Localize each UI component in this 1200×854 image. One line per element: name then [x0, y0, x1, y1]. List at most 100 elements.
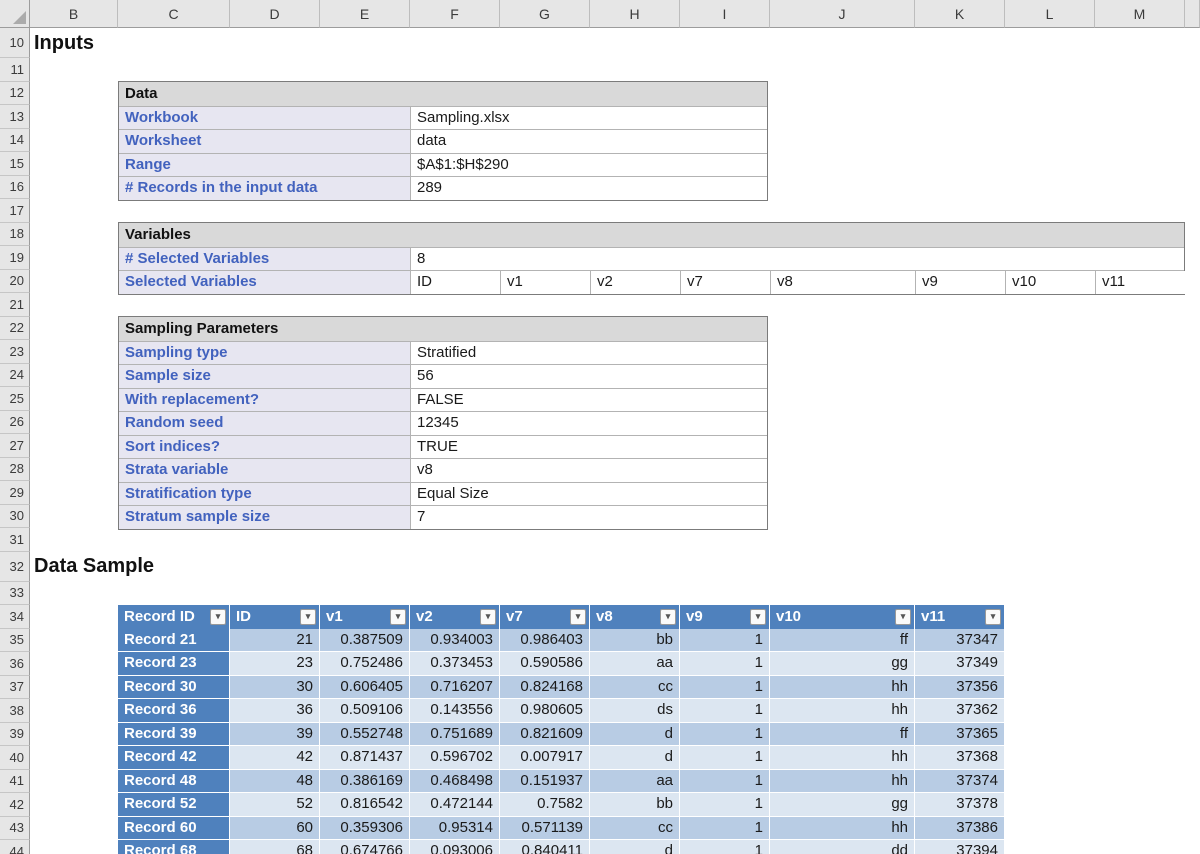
row-header-17[interactable]: 17 — [0, 199, 30, 223]
data-cell[interactable]: 37394 — [915, 840, 1005, 854]
data-cell[interactable]: 0.093006 — [410, 840, 500, 854]
data-cell[interactable]: 37365 — [915, 723, 1005, 747]
row-value[interactable]: 12345 — [411, 412, 767, 435]
row-header-15[interactable]: 15 — [0, 152, 30, 176]
row-header-31[interactable]: 31 — [0, 528, 30, 552]
filter-dropdown-button[interactable]: ▾ — [570, 609, 586, 625]
row-value[interactable]: Equal Size — [411, 483, 767, 506]
filter-dropdown-button[interactable]: ▾ — [895, 609, 911, 625]
row-header-11[interactable]: 11 — [0, 58, 30, 82]
row-header-38[interactable]: 38 — [0, 699, 30, 723]
row-header-42[interactable]: 42 — [0, 793, 30, 817]
row-value[interactable]: 8 — [411, 248, 1184, 271]
row-label[interactable]: Sort indices? — [119, 436, 411, 459]
data-cell[interactable]: bb — [590, 793, 680, 817]
data-cell[interactable]: 0.387509 — [320, 629, 410, 653]
row-header-25[interactable]: 25 — [0, 387, 30, 411]
data-cell[interactable]: bb — [590, 629, 680, 653]
row-header-40[interactable]: 40 — [0, 746, 30, 770]
data-cell[interactable]: 0.674766 — [320, 840, 410, 854]
record-id-cell[interactable]: Record 52 — [118, 793, 230, 817]
data-cell[interactable]: 0.751689 — [410, 723, 500, 747]
data-cell[interactable]: 0.821609 — [500, 723, 590, 747]
filter-dropdown-button[interactable]: ▾ — [480, 609, 496, 625]
selected-variable-cell[interactable]: v11 — [1096, 271, 1186, 294]
sample-column-header-record-id[interactable]: Record ID▾ — [118, 605, 230, 629]
data-cell[interactable]: ff — [770, 629, 915, 653]
data-cell[interactable]: dd — [770, 840, 915, 854]
data-cell[interactable]: 0.468498 — [410, 770, 500, 794]
data-cell[interactable]: 60 — [230, 817, 320, 841]
column-header-B[interactable]: B — [30, 0, 118, 28]
column-header-D[interactable]: D — [230, 0, 320, 28]
data-cell[interactable]: hh — [770, 676, 915, 700]
data-cell[interactable]: 0.816542 — [320, 793, 410, 817]
row-label[interactable]: Strata variable — [119, 459, 411, 482]
data-cell[interactable]: 39 — [230, 723, 320, 747]
row-header-24[interactable]: 24 — [0, 364, 30, 388]
data-cell[interactable]: 0.752486 — [320, 652, 410, 676]
data-cell[interactable]: 48 — [230, 770, 320, 794]
data-cell[interactable]: 0.509106 — [320, 699, 410, 723]
section-title-inputs[interactable]: Inputs — [34, 28, 94, 58]
data-cell[interactable]: 37386 — [915, 817, 1005, 841]
row-header-34[interactable]: 34 — [0, 605, 30, 629]
row-header-29[interactable]: 29 — [0, 481, 30, 505]
data-cell[interactable]: 1 — [680, 746, 770, 770]
section-title-data-sample[interactable]: Data Sample — [34, 551, 154, 581]
row-value[interactable]: FALSE — [411, 389, 767, 412]
selected-variable-cell[interactable]: v8 — [771, 271, 916, 294]
data-cell[interactable]: 37362 — [915, 699, 1005, 723]
row-label[interactable]: Sampling type — [119, 342, 411, 365]
column-header-C[interactable]: C — [118, 0, 230, 28]
data-cell[interactable]: aa — [590, 770, 680, 794]
data-cell[interactable]: 0.871437 — [320, 746, 410, 770]
row-value[interactable]: 56 — [411, 365, 767, 388]
data-cell[interactable]: 1 — [680, 676, 770, 700]
column-header-partial[interactable] — [1185, 0, 1200, 28]
record-id-cell[interactable]: Record 36 — [118, 699, 230, 723]
column-header-J[interactable]: J — [770, 0, 915, 28]
data-cell[interactable]: 68 — [230, 840, 320, 854]
row-value[interactable]: Stratified — [411, 342, 767, 365]
sample-column-header-id[interactable]: ID▾ — [230, 605, 320, 629]
data-cell[interactable]: 1 — [680, 629, 770, 653]
data-cell[interactable]: d — [590, 723, 680, 747]
data-cell[interactable]: 1 — [680, 793, 770, 817]
data-cell[interactable]: gg — [770, 652, 915, 676]
row-header-12[interactable]: 12 — [0, 82, 30, 106]
row-value[interactable]: Sampling.xlsx — [411, 107, 767, 130]
data-cell[interactable]: gg — [770, 793, 915, 817]
data-cell[interactable]: d — [590, 840, 680, 854]
filter-dropdown-button[interactable]: ▾ — [660, 609, 676, 625]
data-cell[interactable]: 0.359306 — [320, 817, 410, 841]
sample-column-header-v11[interactable]: v11▾ — [915, 605, 1005, 629]
row-header-39[interactable]: 39 — [0, 723, 30, 747]
selected-variable-cell[interactable]: ID — [411, 271, 501, 294]
data-cell[interactable]: 42 — [230, 746, 320, 770]
row-header-10[interactable]: 10 — [0, 28, 30, 58]
record-id-cell[interactable]: Record 23 — [118, 652, 230, 676]
data-cell[interactable]: 37378 — [915, 793, 1005, 817]
row-header-41[interactable]: 41 — [0, 770, 30, 794]
data-cell[interactable]: aa — [590, 652, 680, 676]
data-cell[interactable]: 37349 — [915, 652, 1005, 676]
sample-column-header-v1[interactable]: v1▾ — [320, 605, 410, 629]
record-id-cell[interactable]: Record 68 — [118, 840, 230, 854]
row-header-13[interactable]: 13 — [0, 105, 30, 129]
row-value[interactable]: v8 — [411, 459, 767, 482]
row-header-18[interactable]: 18 — [0, 223, 30, 247]
data-cell[interactable]: 37368 — [915, 746, 1005, 770]
sample-column-header-v9[interactable]: v9▾ — [680, 605, 770, 629]
selected-variable-cell[interactable]: v7 — [681, 271, 771, 294]
data-cell[interactable]: 0.95314 — [410, 817, 500, 841]
data-cell[interactable]: 0.007917 — [500, 746, 590, 770]
data-cell[interactable]: 1 — [680, 840, 770, 854]
row-header-28[interactable]: 28 — [0, 458, 30, 482]
data-cell[interactable]: hh — [770, 699, 915, 723]
select-all-corner[interactable] — [0, 0, 30, 28]
data-cell[interactable]: 0.7582 — [500, 793, 590, 817]
filter-dropdown-button[interactable]: ▾ — [210, 609, 226, 625]
column-header-M[interactable]: M — [1095, 0, 1185, 28]
column-header-F[interactable]: F — [410, 0, 500, 28]
